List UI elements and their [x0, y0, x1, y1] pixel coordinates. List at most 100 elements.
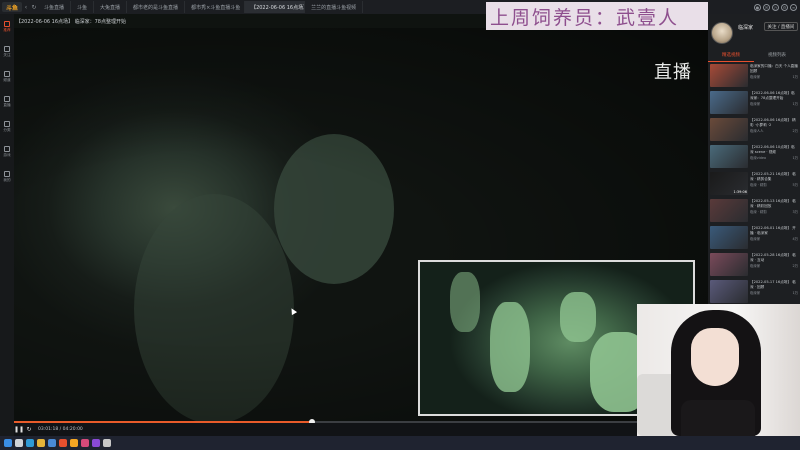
follow-button[interactable]: 关注 / 直播间	[764, 22, 798, 31]
rail-item[interactable]: 关注	[0, 39, 14, 64]
video-title[interactable]: 【2022-06-06 16点场】 精彩 ·小萝莉 ·2	[750, 118, 798, 127]
video-title[interactable]: 【2022-06-06 16点场】临深家：78点整理开始	[750, 91, 798, 100]
window-tools: ● ✉ ◷ ⚙ ≡	[708, 0, 800, 14]
browser-tab[interactable]: 斗鱼直播	[38, 1, 72, 13]
user-icon[interactable]: ●	[754, 3, 761, 11]
video-views: 2万	[792, 264, 798, 269]
browser-tab[interactable]: 大兔直播	[94, 1, 128, 13]
menu-icon[interactable]: ≡	[790, 3, 797, 11]
video-views: 4万	[792, 237, 798, 242]
video-thumbnail[interactable]	[710, 280, 748, 303]
video-views: 2万	[792, 129, 798, 134]
video-title[interactable]: 【2022-06-06 10点场】临深 scene · 视频	[750, 145, 798, 154]
overlay-banner: 上周饲养员：武壹人	[486, 2, 708, 30]
video-info: 【2022-05-21 16点场】 临深 · 精剪合集 临深 · 精剪 5万	[750, 172, 798, 197]
panel-tabs: 精选视频 视频列表	[708, 52, 800, 62]
video-list-item[interactable]: 1:39:06 【2022-05-21 16点场】 临深 · 精剪合集 临深 · 精…	[710, 172, 798, 197]
reload-button[interactable]: ↻	[24, 425, 34, 435]
rail-label: 游戏	[3, 152, 11, 157]
edge-icon[interactable]	[26, 439, 34, 447]
video-views: 5万	[792, 183, 798, 188]
video-meta: 临深家 1万	[750, 102, 798, 107]
video-thumbnail[interactable]	[710, 91, 748, 114]
player-controls: ❚❚ ↻ 03:01:18 / 04:20:00	[14, 423, 708, 436]
rail-item[interactable]: 推荐	[0, 14, 14, 39]
browser-tab[interactable]: 兰兰的直播斗鱼视频	[305, 1, 364, 13]
store-icon[interactable]	[48, 439, 56, 447]
message-icon[interactable]: ✉	[763, 3, 770, 11]
pause-button[interactable]: ❚❚	[14, 425, 24, 435]
rail-label: 直播	[3, 102, 11, 107]
video-thumbnail[interactable]	[710, 64, 748, 87]
video-thumbnail[interactable]	[710, 145, 748, 168]
video-meta: 临深家 2万	[750, 264, 798, 269]
app2-icon[interactable]	[92, 439, 100, 447]
video-player[interactable]: 【2022-06-06 16点场】 临深家：78点整理开始 直播 ❚❚ ↻ 03…	[14, 14, 708, 436]
video-author: 临深video	[750, 156, 767, 161]
live-label: 直播	[654, 62, 692, 83]
video-title[interactable]: 【2022-05-21 16点场】 临深 · 精剪合集	[750, 172, 798, 181]
rail-item[interactable]: 游戏	[0, 139, 14, 164]
taskbar	[0, 436, 800, 450]
rail-item[interactable]: 直播	[0, 89, 14, 114]
video-info: 【2022-06-06 10点场】临深 scene · 视频临深video 1万	[750, 145, 798, 170]
folder-icon[interactable]	[37, 439, 45, 447]
avatar[interactable]	[711, 22, 733, 44]
video-thumbnail[interactable]	[710, 226, 748, 249]
rail-item[interactable]: 分类	[0, 114, 14, 139]
pip-figure	[450, 272, 480, 332]
browser-tab[interactable]: 【2022-06-06 16点场】	[245, 1, 306, 13]
video-author: 临深家	[750, 237, 761, 242]
video-list-item[interactable]: 【2022-06-06 16点场】 精彩 ·小萝莉 ·2 临深人人 2万	[710, 118, 798, 143]
video-list-item[interactable]: 【2022-06-01 16点场】 开播 · 临深家临深家 4万	[710, 226, 798, 251]
video-thumbnail[interactable]	[710, 253, 748, 276]
video-thumbnail[interactable]	[710, 199, 748, 222]
rail-item[interactable]: 我的	[0, 164, 14, 189]
video-meta: 临深video 1万	[750, 156, 798, 161]
video-meta: 临深 · 精剪 3万	[750, 210, 798, 215]
video-info: 【2022-06-06 16点场】临深家：78点整理开始临深家 1万	[750, 91, 798, 116]
start-icon[interactable]	[4, 439, 12, 447]
video-thumbnail[interactable]: 1:39:06	[710, 172, 748, 195]
video-list-item[interactable]: 临深家的口播：白天 个人直播回顾 临深家 1万	[710, 64, 798, 89]
video-title[interactable]: 【2022-06-01 16点场】 开播 · 临深家	[750, 226, 798, 235]
video-info: 【2022-06-01 16点场】 开播 · 临深家临深家 4万	[750, 226, 798, 251]
video-list-item[interactable]: 【2022-05-13 16点场】 临深 · 精彩回放临深 · 精剪 3万	[710, 199, 798, 224]
rail-label: 分类	[3, 127, 11, 132]
app-icon[interactable]	[81, 439, 89, 447]
video-title[interactable]: 临深家的口播：白天 个人直播回顾	[750, 64, 798, 73]
video-views: 1万	[792, 291, 798, 296]
streamer-name[interactable]: 临深家	[738, 24, 753, 31]
settings-icon[interactable]: ⚙	[781, 3, 788, 11]
refresh-icon[interactable]: ↻	[30, 4, 38, 11]
video-author: 临深家	[750, 291, 761, 296]
back-icon[interactable]: ‹	[22, 4, 30, 11]
webcam-overlay	[637, 304, 800, 436]
rail-label: 推荐	[3, 27, 11, 32]
pip-figure	[560, 292, 596, 342]
video-views: 1万	[792, 102, 798, 107]
rail-label: 我的	[3, 177, 11, 182]
video-title[interactable]: 【2022-05-28 16点场】 临深 · 互动	[750, 253, 798, 262]
video-list-item[interactable]: 【2022-06-06 16点场】临深家：78点整理开始临深家 1万	[710, 91, 798, 116]
video-thumbnail[interactable]	[710, 118, 748, 141]
rail-item[interactable]: 频道	[0, 64, 14, 89]
panel-tab[interactable]: 视频列表	[754, 52, 800, 62]
history-icon[interactable]: ◷	[772, 3, 779, 11]
video-title[interactable]: 【2022-05-17 16点场】 临深 · 回顾	[750, 280, 798, 289]
app3-icon[interactable]	[103, 439, 111, 447]
search-icon[interactable]	[15, 439, 23, 447]
video-list-item[interactable]: 【2022-05-17 16点场】 临深 · 回顾临深家 1万	[710, 280, 798, 305]
video-author: 临深家	[750, 264, 761, 269]
browser-tab[interactable]: 斗鱼	[71, 1, 95, 13]
video-list-item[interactable]: 【2022-05-28 16点场】 临深 · 互动临深家 2万	[710, 253, 798, 278]
browser-tab[interactable]: 都市秀×斗鱼直播斗鱼	[185, 1, 246, 13]
panel-tab[interactable]: 精选视频	[708, 52, 754, 62]
douyu-icon[interactable]	[70, 439, 78, 447]
video-list-item[interactable]: 【2022-06-06 10点场】临深 scene · 视频临深video 1万	[710, 145, 798, 170]
browser-tab[interactable]: 都市老的是斗鱼直播	[127, 1, 186, 13]
video-title[interactable]: 【2022-05-13 16点场】 临深 · 精彩回放	[750, 199, 798, 208]
gamepad-icon	[4, 145, 10, 152]
video-list: 临深家的口播：白天 个人直播回顾 临深家 1万 【2022-06-06 16点场】临深…	[710, 64, 798, 334]
chrome-icon[interactable]	[59, 439, 67, 447]
